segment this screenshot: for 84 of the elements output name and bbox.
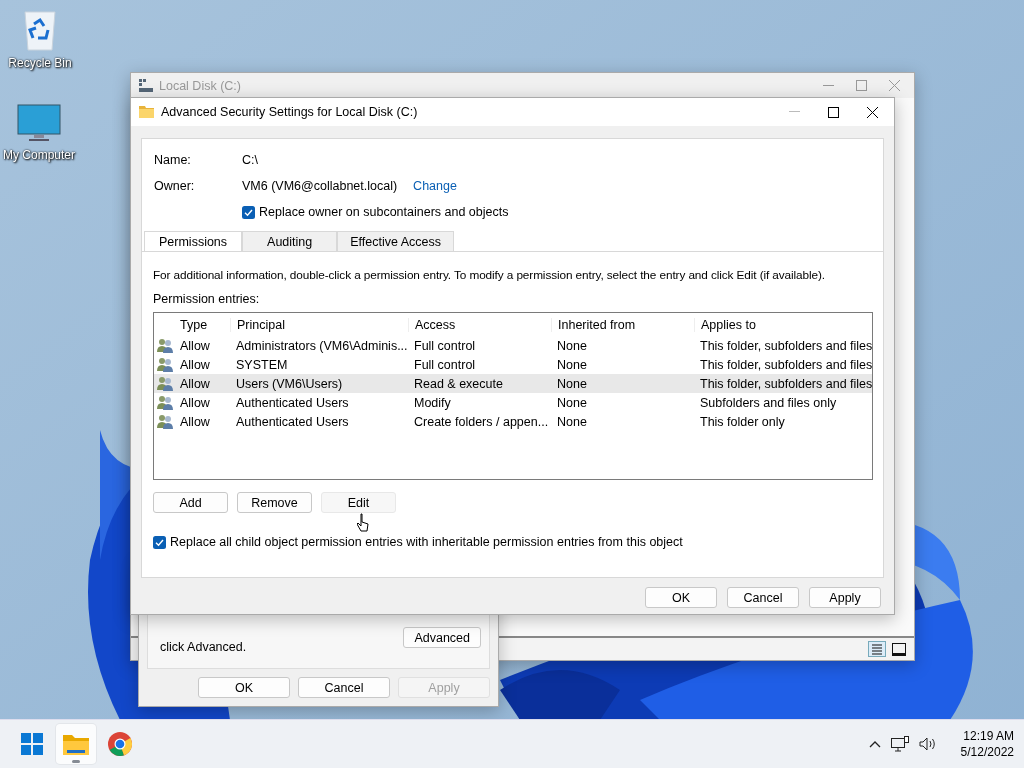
column-header[interactable]: Inherited from bbox=[551, 317, 694, 332]
window-title: Local Disk (C:) bbox=[159, 78, 241, 93]
table-cell-text: Authenticated Users bbox=[235, 395, 350, 410]
table-cell-text: None bbox=[556, 376, 588, 391]
dialog-button[interactable]: OK bbox=[198, 677, 290, 698]
table-cell-text: Administrators (VM6\Adminis... bbox=[235, 338, 408, 353]
hint-text: click Advanced. bbox=[160, 640, 247, 654]
table-cell-text: Create folders / appen... bbox=[413, 414, 550, 429]
action-button[interactable]: Remove bbox=[237, 492, 312, 513]
action-button[interactable]: Add bbox=[153, 492, 228, 513]
table-cell-text: Allow bbox=[179, 395, 211, 410]
users-icon bbox=[157, 376, 174, 391]
permission-row[interactable]: Allow Authenticated Users Create folders / appen... None This folder only bbox=[154, 412, 872, 431]
users-icon bbox=[157, 357, 174, 372]
dialog-title: Advanced Security Settings for Local Disk (C:) bbox=[161, 105, 419, 119]
table-cell-text: This folder, subfolders and files bbox=[699, 357, 873, 372]
field-label: Name: bbox=[154, 153, 192, 167]
table-cell-text: Allow bbox=[179, 357, 211, 372]
speaker-icon[interactable] bbox=[918, 737, 937, 751]
preview-view-icon[interactable] bbox=[892, 642, 906, 656]
table-cell-text: Allow bbox=[179, 376, 211, 391]
table-cell-text: Full control bbox=[413, 357, 477, 372]
change-link[interactable]: Change bbox=[413, 179, 457, 193]
table-cell-text: Allow bbox=[179, 338, 211, 353]
permission-row[interactable]: Allow SYSTEM Full control None This folder, subfolders and files bbox=[154, 355, 872, 374]
network-icon[interactable] bbox=[890, 736, 909, 752]
drive-icon bbox=[139, 79, 153, 92]
column-header[interactable]: Principal bbox=[230, 317, 408, 332]
info-text: For additional information, double-click a permission entry. To modify a permission entry, select the entry and click Edit (if available). bbox=[153, 268, 827, 282]
table-cell-text: SYSTEM bbox=[235, 357, 289, 372]
monitor-icon[interactable] bbox=[17, 104, 61, 144]
clock-time[interactable]: 12:19 AM bbox=[963, 728, 1014, 744]
cursor-icon bbox=[357, 513, 369, 533]
table-cell-text: Full control bbox=[413, 338, 477, 353]
users-icon bbox=[157, 414, 174, 429]
table-cell-text: None bbox=[556, 414, 588, 429]
advanced-button[interactable]: Advanced bbox=[403, 627, 481, 648]
section-label: Permission entries: bbox=[153, 292, 261, 306]
checkbox-label[interactable]: Replace owner on subcontainers and objects bbox=[259, 205, 509, 219]
maximize-icon[interactable] bbox=[828, 106, 839, 118]
table-cell-text: None bbox=[556, 395, 588, 410]
table-cell-text: This folder only bbox=[699, 414, 786, 429]
column-header[interactable]: Access bbox=[408, 317, 551, 332]
permission-row[interactable]: Allow Authenticated Users Modify None Subfolders and files only bbox=[154, 393, 872, 412]
checkbox[interactable] bbox=[153, 535, 166, 549]
field-label: Owner: bbox=[154, 179, 196, 193]
tab[interactable]: Auditing bbox=[242, 231, 338, 251]
users-icon bbox=[157, 395, 174, 410]
action-button[interactable]: Edit bbox=[321, 492, 396, 513]
table-cell-text: This folder, subfolders and files bbox=[699, 376, 873, 391]
table-cell-text: Allow bbox=[179, 414, 211, 429]
table-cell-text: Modify bbox=[413, 395, 452, 410]
dialog-button[interactable]: Cancel bbox=[298, 677, 390, 698]
table-cell-text: Users (VM6\Users) bbox=[235, 376, 344, 391]
checkbox[interactable] bbox=[242, 205, 255, 219]
dialog-button[interactable]: Cancel bbox=[727, 587, 799, 608]
details-view-icon[interactable] bbox=[868, 641, 886, 657]
table-cell-text: Authenticated Users bbox=[235, 414, 350, 429]
table-cell-text: This folder, subfolders and files bbox=[699, 338, 873, 353]
table-cell-text: Read & execute bbox=[413, 376, 504, 391]
checkbox-label[interactable]: Replace all child object permission entries with inheritable permission entries from this object bbox=[170, 535, 683, 549]
minimize-icon[interactable] bbox=[823, 84, 834, 87]
browser-icon[interactable] bbox=[108, 732, 132, 756]
field-value: VM6 (VM6@collabnet.local) bbox=[242, 179, 398, 193]
field-value: C:\ bbox=[242, 153, 259, 167]
column-header[interactable]: Type bbox=[174, 317, 230, 332]
chevron-up-icon[interactable] bbox=[868, 740, 881, 748]
tab[interactable]: Permissions bbox=[144, 231, 243, 251]
dialog-button[interactable]: OK bbox=[645, 587, 717, 608]
dialog-button[interactable]: Apply bbox=[809, 587, 881, 608]
column-header[interactable]: Applies to bbox=[694, 317, 872, 332]
folder-icon bbox=[139, 106, 154, 118]
permission-row[interactable]: Allow Users (VM6\Users) Read & execute None This folder, subfolders and files bbox=[154, 374, 872, 393]
table-cell-text: None bbox=[556, 357, 588, 372]
folder-icon[interactable] bbox=[63, 733, 89, 755]
table-cell-text: None bbox=[556, 338, 588, 353]
close-icon[interactable] bbox=[867, 106, 878, 118]
users-icon bbox=[157, 338, 174, 353]
table-cell-text: Subfolders and files only bbox=[699, 395, 838, 410]
tab[interactable]: Effective Access bbox=[337, 231, 455, 251]
taskbar-button[interactable] bbox=[56, 724, 96, 764]
permission-row[interactable]: Allow Administrators (VM6\Adminis... Full control None This folder, subfolders and files bbox=[154, 336, 872, 355]
clock-date[interactable]: 5/12/2022 bbox=[960, 744, 1014, 760]
start-icon[interactable] bbox=[21, 733, 43, 755]
